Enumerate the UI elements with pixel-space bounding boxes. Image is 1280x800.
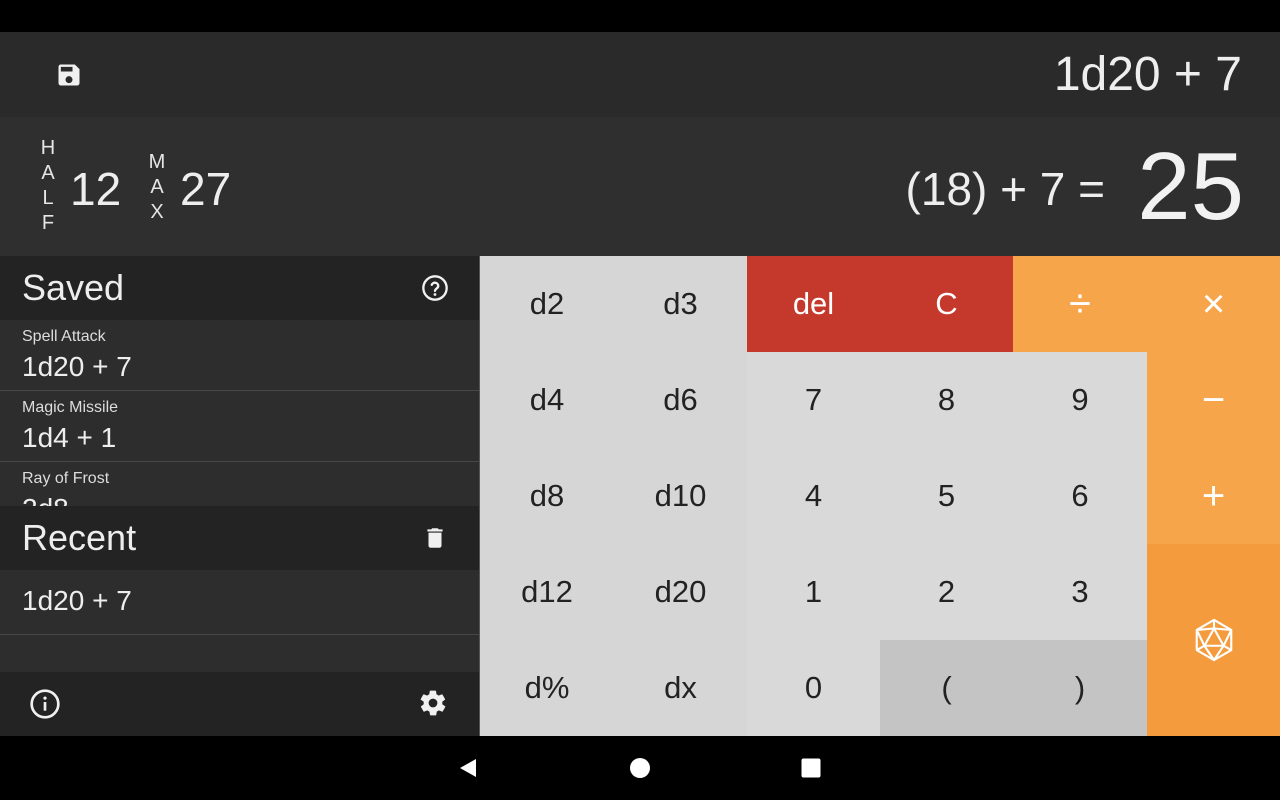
key-d4[interactable]: d4 (480, 352, 614, 448)
expression-display: 1d20 + 7 (1053, 48, 1242, 101)
max-label: M A X (148, 151, 166, 223)
recent-header: Recent (0, 506, 479, 570)
saved-title: Saved (22, 267, 125, 308)
key-d10[interactable]: d10 (614, 448, 747, 544)
key-3[interactable]: 3 (1013, 544, 1147, 640)
clear-button[interactable]: C (880, 256, 1013, 352)
saved-item-name: Ray of Frost (22, 470, 110, 487)
home-button[interactable] (624, 752, 656, 784)
result-panel: H A L F 12 M A X 27 (18) + 7 = 25 (0, 117, 1280, 256)
key-d-percent[interactable]: d% (480, 640, 614, 736)
divide-button[interactable]: ÷ (1013, 256, 1147, 352)
recent-item[interactable]: 1d20 + 7 (0, 570, 479, 635)
key-6[interactable]: 6 (1013, 448, 1147, 544)
key-d6[interactable]: d6 (614, 352, 747, 448)
roll-total: 25 (1137, 133, 1244, 240)
recents-button[interactable] (795, 752, 827, 784)
key-d8[interactable]: d8 (480, 448, 614, 544)
delete-button[interactable]: del (747, 256, 880, 352)
trash-icon (427, 528, 443, 548)
plus-button[interactable]: + (1147, 448, 1280, 544)
recent-title: Recent (22, 517, 137, 558)
key-open-paren[interactable]: ( (880, 640, 1013, 736)
recent-list: 1d20 + 7 (0, 570, 479, 670)
roll-button[interactable] (1147, 544, 1280, 736)
half-label: H A L F (40, 137, 56, 234)
key-close-paren[interactable]: ) (1013, 640, 1147, 736)
saved-item[interactable]: Ray of Frost 2d8 (0, 462, 479, 506)
key-d3[interactable]: d3 (614, 256, 747, 352)
left-bottom-bar (0, 672, 479, 736)
saved-item-expression: 2d8 (22, 492, 69, 506)
key-9[interactable]: 9 (1013, 352, 1147, 448)
max-value: 27 (180, 163, 232, 215)
back-triangle-icon (460, 759, 476, 777)
saved-item[interactable]: Magic Missile 1d4 + 1 (0, 391, 479, 462)
key-5[interactable]: 5 (880, 448, 1013, 544)
gear-icon (420, 690, 446, 716)
clear-recent-button[interactable] (419, 522, 451, 554)
save-icon (58, 64, 80, 86)
keypad: d2 d3 del C ÷ × d4 d6 7 8 9 − d8 d10 4 5… (480, 256, 1280, 736)
half-value: 12 (70, 163, 122, 215)
saved-item-expression: 1d4 + 1 (22, 422, 117, 453)
key-7[interactable]: 7 (747, 352, 880, 448)
navigation-bar (0, 736, 1280, 800)
key-dx[interactable]: dx (614, 640, 747, 736)
help-circle-icon (422, 275, 448, 301)
key-d12[interactable]: d12 (480, 544, 614, 640)
saved-header: Saved (0, 256, 479, 320)
toolbar: 1d20 + 7 (0, 32, 1280, 117)
save-button[interactable] (47, 53, 91, 97)
saved-item-name: Magic Missile (22, 399, 119, 416)
info-icon (30, 689, 60, 719)
key-d20[interactable]: d20 (614, 544, 747, 640)
saved-list: Spell Attack 1d20 + 7 Magic Missile 1d4 … (0, 320, 479, 506)
saved-item-expression: 1d20 + 7 (22, 351, 132, 382)
left-pane: Saved Spell Attack 1d20 + 7 Magic Missil… (0, 256, 479, 736)
recent-item-expression: 1d20 + 7 (22, 585, 132, 616)
help-button[interactable] (419, 272, 451, 304)
info-button[interactable] (29, 688, 61, 720)
multiply-button[interactable]: × (1147, 256, 1280, 352)
settings-button[interactable] (418, 688, 450, 720)
home-circle-icon (630, 758, 650, 778)
saved-item[interactable]: Spell Attack 1d20 + 7 (0, 320, 479, 391)
key-4[interactable]: 4 (747, 448, 880, 544)
minus-button[interactable]: − (1147, 352, 1280, 448)
key-d2[interactable]: d2 (480, 256, 614, 352)
roll-breakdown: (18) + 7 = (905, 163, 1105, 215)
recents-square-icon (801, 758, 821, 778)
key-8[interactable]: 8 (880, 352, 1013, 448)
key-2[interactable]: 2 (880, 544, 1013, 640)
status-bar (0, 0, 1280, 32)
key-0[interactable]: 0 (747, 640, 880, 736)
key-1[interactable]: 1 (747, 544, 880, 640)
d20-icon (1195, 618, 1232, 662)
saved-item-name: Spell Attack (22, 328, 106, 345)
back-button[interactable] (452, 752, 484, 784)
